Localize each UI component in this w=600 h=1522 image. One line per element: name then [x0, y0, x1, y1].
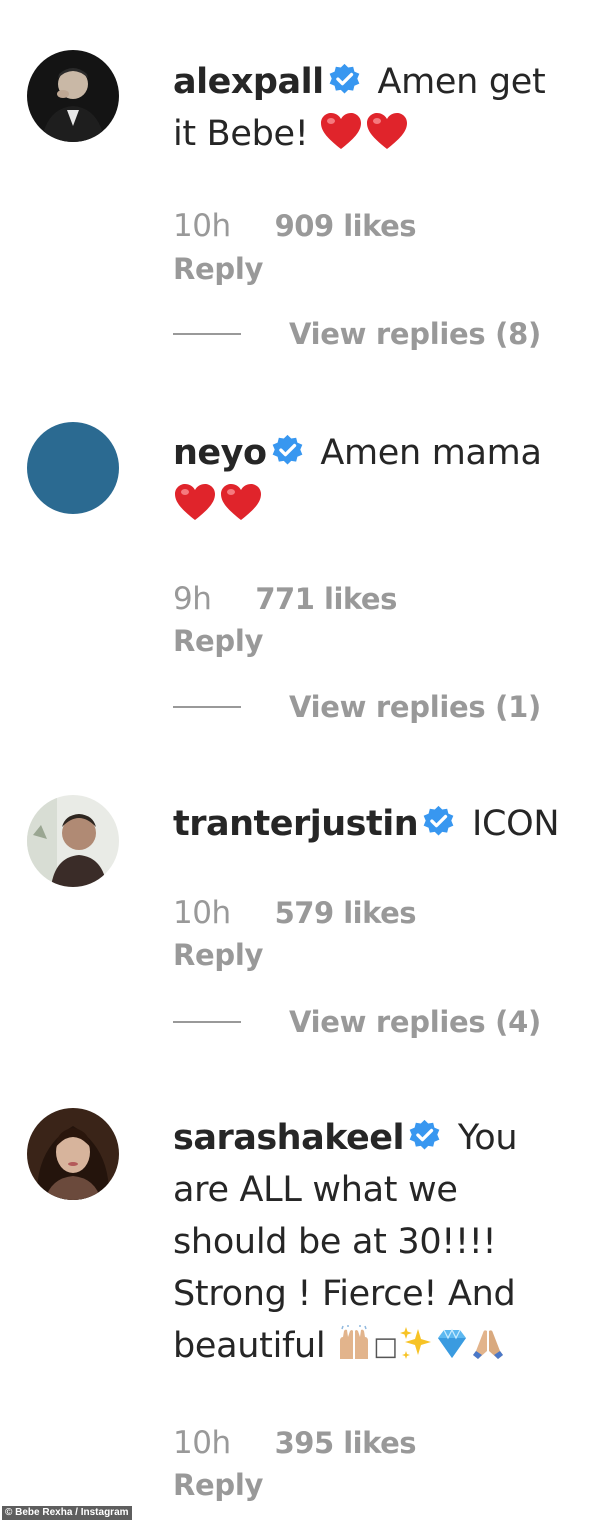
view-replies-label: View replies (1) — [289, 690, 541, 724]
gem-icon — [434, 1325, 470, 1361]
username[interactable]: tranterjustin — [173, 804, 419, 844]
comment-text-line: You — [457, 1118, 518, 1158]
comment-meta: 10h 395 likes — [173, 1425, 417, 1461]
comment-text-line: Strong ! Fierce! And — [173, 1274, 516, 1314]
likes-count[interactable]: 771 likes — [255, 582, 397, 616]
reply-button[interactable]: Reply — [173, 624, 263, 658]
divider-line — [173, 1021, 241, 1023]
timestamp: 10h — [173, 895, 231, 931]
comment-text: tranterjustin ICON — [173, 798, 573, 850]
missing-glyph: □ — [373, 1332, 398, 1362]
username[interactable]: alexpall — [173, 62, 324, 102]
comments-feed: alexpall Amen get it Bebe! 10h 909 likes … — [0, 0, 600, 1522]
timestamp: 9h — [173, 581, 212, 617]
view-replies-button[interactable]: View replies (1) — [173, 687, 541, 727]
comment-meta: 9h 771 likes — [173, 581, 397, 617]
likes-count[interactable]: 909 likes — [275, 209, 417, 243]
photo-credit: © Bebe Rexha / Instagram — [2, 1506, 132, 1520]
comment-text-line: Amen mama — [320, 433, 542, 473]
red-heart-icon — [319, 111, 363, 151]
comment-text-line: ICON — [471, 804, 560, 844]
sparkles-icon — [398, 1325, 434, 1361]
likes-count[interactable]: 579 likes — [275, 896, 417, 930]
view-replies-label: View replies (8) — [289, 317, 541, 351]
avatar[interactable] — [27, 422, 119, 514]
verified-badge-icon — [422, 805, 455, 838]
username[interactable]: sarashakeel — [173, 1118, 405, 1158]
verified-badge-icon — [271, 434, 304, 467]
verified-badge-icon — [408, 1119, 441, 1152]
avatar[interactable] — [27, 795, 119, 887]
comment-meta: 10h 909 likes — [173, 208, 417, 244]
view-replies-button[interactable]: View replies (8) — [173, 314, 541, 354]
comment-text-line: beautiful — [173, 1326, 326, 1366]
folded-hands-icon — [470, 1325, 506, 1361]
view-replies-label: View replies (4) — [289, 1005, 541, 1039]
raising-hands-icon — [336, 1325, 372, 1361]
username[interactable]: neyo — [173, 433, 267, 473]
comment-text: alexpall Amen get it Bebe! — [173, 56, 573, 160]
reply-button[interactable]: Reply — [173, 1468, 263, 1502]
reply-button[interactable]: Reply — [173, 252, 263, 286]
red-heart-icon — [365, 111, 409, 151]
comment-text-line: should be at 30!!!! — [173, 1222, 497, 1262]
divider-line — [173, 706, 241, 708]
avatar[interactable] — [27, 50, 119, 142]
view-replies-button[interactable]: View replies (4) — [173, 1002, 541, 1042]
timestamp: 10h — [173, 1425, 231, 1461]
likes-count[interactable]: 395 likes — [275, 1426, 417, 1460]
reply-button[interactable]: Reply — [173, 938, 263, 972]
comment-text: neyo Amen mama — [173, 427, 573, 531]
comment-text: sarashakeel You are ALL what we should b… — [173, 1112, 573, 1373]
timestamp: 10h — [173, 208, 231, 244]
avatar[interactable] — [27, 1108, 119, 1200]
red-heart-icon — [173, 482, 217, 522]
comment-text-line: Amen get — [377, 62, 546, 102]
divider-line — [173, 333, 241, 335]
red-heart-icon — [219, 482, 263, 522]
comment-text-line: it Bebe! — [173, 114, 309, 154]
verified-badge-icon — [328, 63, 361, 96]
comment-text-line: are ALL what we — [173, 1170, 458, 1210]
comment-meta: 10h 579 likes — [173, 895, 417, 931]
